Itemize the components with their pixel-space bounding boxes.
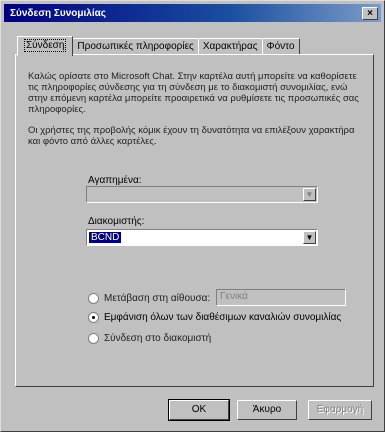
window-title: Σύνδεση Συνομιλίας — [10, 7, 106, 19]
comic-view-text: Οι χρήστες της προβολής κόμικ έχουν τη δ… — [28, 125, 355, 147]
show-rooms-label: Εμφάνιση όλων των διαθέσιμων καναλιών συ… — [104, 311, 342, 323]
welcome-text: Καλώς ορίσατε στο Microsoft Chat. Στην κ… — [28, 71, 359, 115]
tab-personal-info[interactable]: Προσωπικές πληροφορίες — [72, 38, 199, 55]
server-dropdown[interactable]: BCND ▼ — [86, 229, 318, 246]
apply-button[interactable]: Εφαρμογή — [308, 400, 372, 420]
server-only-radio[interactable] — [88, 332, 99, 344]
show-rooms-radio[interactable] — [88, 311, 99, 323]
go-to-room-option[interactable]: Μετάβαση στη αίθουσα: — [88, 291, 210, 305]
server-only-label: Σύνδεση στο διακομιστή — [104, 332, 212, 344]
tab-character[interactable]: Χαρακτήρας — [197, 38, 263, 55]
tab-strip: Σύνδεση Προσωπικές πληροφορίες Χαρακτήρα… — [17, 35, 300, 56]
favorites-value — [89, 189, 93, 200]
go-to-room-radio[interactable] — [88, 292, 99, 304]
room-input[interactable]: Γενικά — [216, 289, 346, 306]
favorites-label: Αγαπημένα: — [88, 175, 142, 186]
cancel-button[interactable]: Άκυρο — [237, 400, 297, 420]
show-rooms-option[interactable]: Εμφάνιση όλων των διαθέσιμων καναλιών συ… — [88, 310, 341, 324]
close-icon[interactable]: × — [362, 6, 378, 20]
title-bar[interactable]: Σύνδεση Συνομιλίας × — [4, 4, 381, 22]
favorites-dropdown[interactable]: ▼ — [86, 186, 318, 203]
chat-connection-dialog: Σύνδεση Συνομιλίας × Σύνδεση Προσωπικές … — [0, 0, 385, 432]
ok-button[interactable]: OK — [168, 399, 230, 421]
tab-background[interactable]: Φόντο — [261, 38, 300, 55]
tab-connection[interactable]: Σύνδεση — [17, 36, 74, 56]
chevron-down-icon[interactable]: ▼ — [303, 188, 316, 201]
server-value[interactable]: BCND — [89, 232, 122, 243]
chevron-down-icon[interactable]: ▼ — [303, 231, 316, 244]
go-to-room-label: Μετάβαση στη αίθουσα: — [104, 292, 211, 304]
server-only-option[interactable]: Σύνδεση στο διακομιστή — [88, 331, 211, 345]
server-label: Διακομιστής: — [88, 216, 145, 227]
tab-panel-connection: Καλώς ορίσατε στο Microsoft Chat. Στην κ… — [15, 54, 374, 387]
